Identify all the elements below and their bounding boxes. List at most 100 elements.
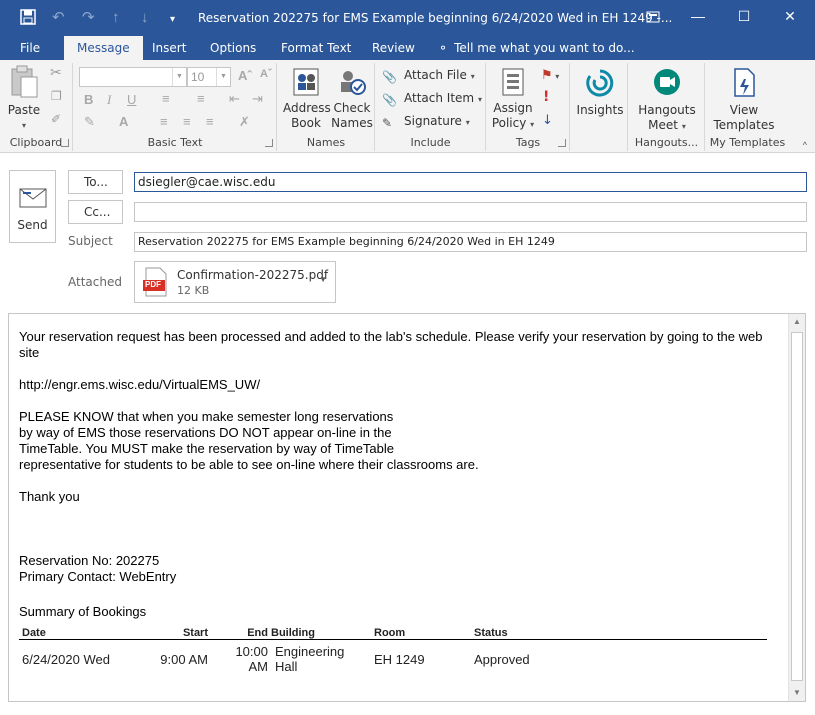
arrow-up-icon[interactable]: ↑ — [112, 9, 120, 27]
save-icon[interactable] — [20, 9, 36, 30]
highlight-icon[interactable]: ✎ — [84, 114, 95, 130]
tell-me-search[interactable]: ⚬ Tell me what you want to do... — [438, 36, 635, 60]
align-center-icon[interactable]: ≡ — [183, 114, 191, 129]
tab-message[interactable]: Message — [64, 36, 143, 60]
ribbon: Paste ▾ ✂ ❐ ✐ Clipboard ▼ 10 ▼ Aˆ Aˇ B I … — [0, 60, 815, 153]
grow-font-icon[interactable]: Aˆ — [238, 68, 252, 83]
attach-item-button[interactable]: 📎 Attach Item ▾ — [382, 91, 482, 107]
paste-icon — [11, 65, 38, 98]
increase-indent-icon[interactable]: ⇥ — [252, 91, 263, 107]
ribbon-tabs: File Message Insert Options Format Text … — [0, 36, 815, 60]
check-names-button[interactable]: Check Names — [330, 67, 374, 131]
cut-icon[interactable]: ✂ — [50, 66, 62, 81]
address-book-button[interactable]: Address Book — [283, 67, 331, 131]
message-body[interactable]: Your reservation request has been proces… — [8, 313, 806, 702]
body-notice-line-4: representative for students to be able t… — [19, 457, 479, 472]
paste-button[interactable]: Paste ▾ — [4, 65, 44, 133]
signature-button[interactable]: ✎ Signature ▾ — [382, 114, 470, 130]
tab-options[interactable]: Options — [210, 36, 256, 60]
group-names: Address Book Check Names Names — [278, 63, 375, 151]
insights-button[interactable]: Insights — [575, 67, 625, 118]
scroll-down-icon[interactable]: ▼ — [789, 685, 805, 701]
maximize-icon[interactable]: ☐ — [721, 0, 767, 32]
scroll-thumb[interactable] — [791, 332, 803, 681]
send-button[interactable]: Send — [9, 170, 56, 243]
align-left-icon[interactable]: ≡ — [160, 114, 168, 129]
table-row: 6/24/2020 Wed 9:00 AM 10:00 AM Engineeri… — [19, 639, 767, 679]
cell-end: 10:00 AM — [235, 644, 268, 675]
close-icon[interactable]: ✕ — [767, 0, 813, 32]
to-field[interactable]: dsiegler@cae.wisc.edu — [134, 172, 807, 192]
tab-review[interactable]: Review — [372, 36, 415, 60]
cc-field[interactable] — [134, 202, 807, 222]
hangouts-meet-button[interactable]: Hangouts Meet ▾ — [635, 67, 699, 134]
assign-policy-label-1: Assign — [493, 101, 533, 115]
tab-format-text[interactable]: Format Text — [281, 36, 351, 60]
redo-icon[interactable]: ↷ — [82, 9, 95, 27]
check-names-label-1: Check — [333, 101, 371, 115]
my-templates-group-label: My Templates — [709, 136, 786, 149]
subject-field[interactable]: Reservation 202275 for EMS Example begin… — [134, 232, 807, 252]
customize-icon[interactable]: ▾ — [170, 11, 175, 29]
format-painter-icon[interactable]: ✐ — [51, 112, 61, 127]
undo-icon[interactable]: ↶ — [52, 9, 65, 27]
address-book-icon — [293, 68, 319, 96]
subject-label: Subject — [68, 234, 113, 248]
view-templates-button[interactable]: View Templates — [710, 67, 778, 133]
font-size-value: 10 — [191, 70, 205, 84]
vertical-scrollbar[interactable]: ▲ ▼ — [788, 314, 805, 701]
body-notice-line-1: PLEASE KNOW that when you make semester … — [19, 409, 394, 424]
attach-file-label: Attach File — [404, 68, 467, 82]
bold-icon[interactable]: B — [84, 92, 93, 107]
italic-icon[interactable]: I — [107, 92, 111, 108]
bullets-icon[interactable]: ≡ — [162, 91, 170, 106]
assign-policy-button[interactable]: Assign Policy ▾ — [490, 67, 536, 132]
lightbulb-icon: ⚬ — [438, 41, 449, 55]
align-right-icon[interactable]: ≡ — [206, 114, 214, 129]
low-importance-icon[interactable]: ↓ — [542, 113, 553, 128]
body-paragraph-intro: Your reservation request has been proces… — [19, 329, 763, 360]
tab-file[interactable]: File — [20, 36, 40, 60]
basic-text-launcher-icon[interactable] — [265, 139, 273, 147]
body-thanks: Thank you — [19, 489, 80, 504]
body-url[interactable]: http://engr.ems.wisc.edu/VirtualEMS_UW/ — [19, 377, 779, 393]
cc-button[interactable]: Cc... — [68, 200, 123, 224]
follow-up-flag-icon[interactable]: ⚑ ▾ — [541, 68, 559, 84]
attach-file-button[interactable]: 📎 Attach File ▾ — [382, 68, 475, 84]
to-button[interactable]: To... — [68, 170, 123, 194]
send-label: Send — [17, 218, 48, 232]
shrink-font-icon[interactable]: Aˇ — [260, 68, 272, 80]
attach-item-icon: 📎 — [382, 93, 397, 107]
restore-ribbon-icon[interactable] — [630, 0, 676, 32]
group-clipboard: Paste ▾ ✂ ❐ ✐ Clipboard — [0, 63, 73, 151]
decrease-indent-icon[interactable]: ⇤ — [229, 91, 240, 107]
attachment-dropdown-icon[interactable]: ▼ — [319, 275, 327, 284]
check-names-label-2: Names — [331, 116, 373, 130]
font-color-icon[interactable]: A — [119, 114, 128, 129]
copy-icon[interactable]: ❐ — [51, 89, 62, 104]
title-bar: ↶ ↷ ↑ ↓ ▾ Reservation 202275 for EMS Exa… — [0, 0, 815, 36]
minimize-icon[interactable]: — — [675, 0, 721, 32]
arrow-down-icon[interactable]: ↓ — [141, 9, 149, 27]
attachment-name: Confirmation-202275.pdf — [177, 268, 329, 282]
col-header-start: Start — [135, 625, 211, 640]
cell-date: 6/24/2020 Wed — [22, 651, 110, 667]
scroll-up-icon[interactable]: ▲ — [789, 314, 805, 330]
col-header-date: Date — [19, 625, 135, 640]
font-name-combo[interactable]: ▼ — [79, 67, 187, 87]
tags-group-label: Tags — [515, 136, 541, 149]
clipboard-launcher-icon[interactable] — [61, 139, 69, 147]
font-size-combo[interactable]: 10 ▼ — [187, 67, 231, 87]
clear-formatting-icon[interactable]: ✗ — [239, 114, 250, 130]
signature-label: Signature — [404, 114, 462, 128]
numbering-icon[interactable]: ≡ — [197, 91, 205, 106]
tab-insert[interactable]: Insert — [152, 36, 186, 60]
attachment-chip[interactable]: PDF Confirmation-202275.pdf 12 KB ▼ — [134, 261, 336, 303]
collapse-ribbon-icon[interactable]: ^ — [803, 140, 807, 150]
address-book-label-1: Address — [283, 101, 331, 115]
underline-icon[interactable]: U — [127, 92, 136, 107]
high-importance-icon[interactable]: ! — [543, 90, 549, 105]
group-include: 📎 Attach File ▾ 📎 Attach Item ▾ ✎ Signature… — [376, 63, 486, 151]
attached-label: Attached — [68, 275, 122, 289]
tags-launcher-icon[interactable] — [558, 139, 566, 147]
